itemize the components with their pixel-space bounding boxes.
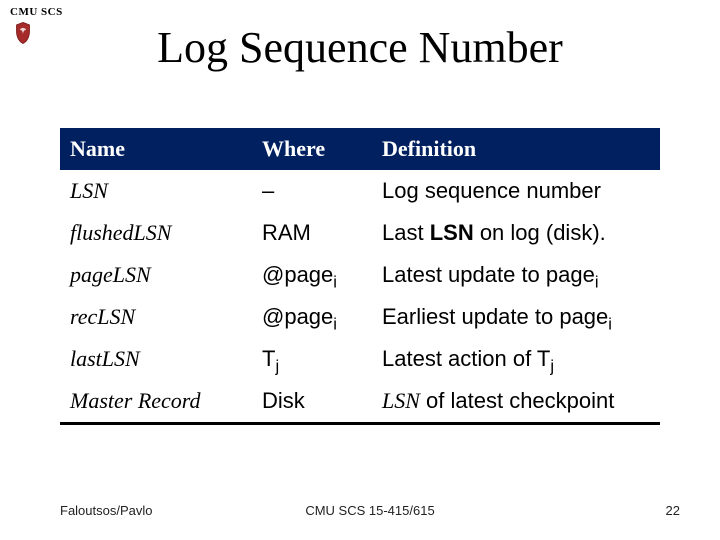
table-row: recLSN @pagei Earliest update to pagei bbox=[60, 296, 660, 338]
slide: CMU SCS Log Sequence Number Name Where D… bbox=[0, 0, 720, 540]
cell-name: Master Record bbox=[60, 380, 252, 422]
table-bottom-rule bbox=[60, 422, 660, 425]
cell-name: recLSN bbox=[60, 296, 252, 338]
table-header-row: Name Where Definition bbox=[60, 128, 660, 170]
col-def: Definition bbox=[372, 128, 660, 170]
cell-where: Disk bbox=[252, 380, 372, 422]
table-row: lastLSN Tj Latest action of Tj bbox=[60, 338, 660, 380]
lsn-table: Name Where Definition LSN – Log sequence… bbox=[60, 128, 660, 425]
table-row: Master Record Disk LSN of latest checkpo… bbox=[60, 380, 660, 422]
cell-def: Earliest update to pagei bbox=[372, 296, 660, 338]
slide-title: Log Sequence Number bbox=[0, 22, 720, 73]
footer-page: 22 bbox=[666, 503, 680, 518]
footer-authors: Faloutsos/Pavlo bbox=[60, 503, 153, 518]
footer: Faloutsos/Pavlo CMU SCS 15-415/615 22 bbox=[60, 503, 680, 518]
table-row: pageLSN @pagei Latest update to pagei bbox=[60, 254, 660, 296]
cell-where: @pagei bbox=[252, 254, 372, 296]
cell-where: Tj bbox=[252, 338, 372, 380]
cell-def: Latest update to pagei bbox=[372, 254, 660, 296]
col-name: Name bbox=[60, 128, 252, 170]
cell-def: Latest action of Tj bbox=[372, 338, 660, 380]
cell-where: – bbox=[252, 170, 372, 212]
cell-def: LSN of latest checkpoint bbox=[372, 380, 660, 422]
cell-where: @pagei bbox=[252, 296, 372, 338]
cell-where: RAM bbox=[252, 212, 372, 254]
table-row: flushedLSN RAM Last LSN on log (disk). bbox=[60, 212, 660, 254]
cell-name: flushedLSN bbox=[60, 212, 252, 254]
table-row: LSN – Log sequence number bbox=[60, 170, 660, 212]
footer-course: CMU SCS 15-415/615 bbox=[60, 503, 680, 518]
cell-def: Last LSN on log (disk). bbox=[372, 212, 660, 254]
cell-def: Log sequence number bbox=[372, 170, 660, 212]
col-where: Where bbox=[252, 128, 372, 170]
cell-name: lastLSN bbox=[60, 338, 252, 380]
org-label: CMU SCS bbox=[10, 6, 63, 18]
cell-name: pageLSN bbox=[60, 254, 252, 296]
cell-name: LSN bbox=[60, 170, 252, 212]
